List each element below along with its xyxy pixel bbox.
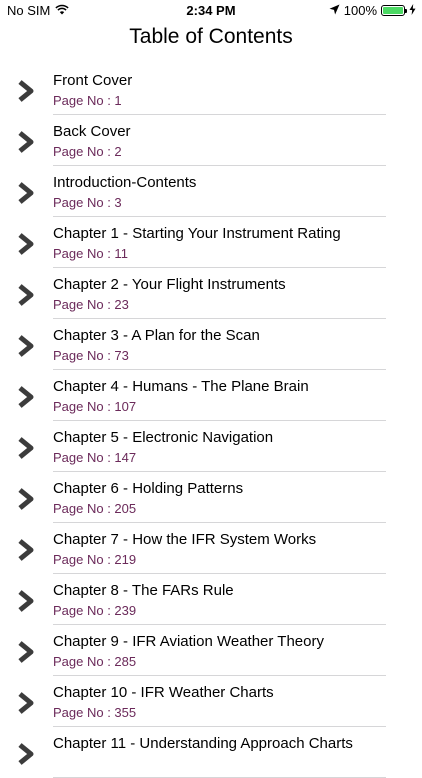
toc-row-page: Page No : 3 — [53, 195, 122, 210]
toc-row[interactable]: Chapter 7 - How the IFR System Works Page… — [0, 523, 422, 574]
toc-row-page: Page No : 355 — [53, 705, 137, 720]
battery-fill — [383, 7, 403, 14]
battery-percent: 100% — [343, 3, 377, 18]
toc-row-title: Chapter 1 - Starting Your Instrument Rat… — [53, 225, 341, 242]
status-bar: No SIM 2:34 PM 100% — [0, 0, 422, 22]
toc-row-page: Page No : 73 — [53, 348, 129, 363]
toc-row-title: Chapter 8 - The FARs Rule — [53, 582, 234, 599]
chevron-right-icon — [16, 640, 36, 664]
chevron-right-icon — [16, 436, 36, 460]
toc-row-page: Page No : 147 — [53, 450, 137, 465]
toc-row-page: Page No : 285 — [53, 654, 137, 669]
toc-row[interactable]: Back Cover Page No : 2 — [0, 115, 422, 166]
toc-row-title: Introduction-Contents — [53, 174, 197, 191]
toc-row-title: Chapter 10 - IFR Weather Charts — [53, 684, 274, 701]
chevron-right-icon — [16, 742, 36, 766]
battery-icon — [381, 5, 407, 16]
toc-row-title: Chapter 5 - Electronic Navigation — [53, 429, 274, 446]
toc-row[interactable]: Chapter 6 - Holding Patterns Page No : 20… — [0, 472, 422, 523]
toc-row-title: Chapter 4 - Humans - The Plane Brain — [53, 378, 309, 395]
toc-row[interactable]: Chapter 2 - Your Flight Instruments Page … — [0, 268, 422, 319]
toc-row-title: Chapter 6 - Holding Patterns — [53, 480, 244, 497]
chevron-right-icon — [16, 487, 36, 511]
chevron-right-icon — [16, 232, 36, 256]
toc-row-page: Page No : 239 — [53, 603, 137, 618]
toc-row[interactable]: Front Cover Page No : 1 — [0, 64, 422, 115]
toc-row[interactable]: Chapter 5 - Electronic Navigation Page No… — [0, 421, 422, 472]
toc-row[interactable]: Introduction-Contents Page No : 3 — [0, 166, 422, 217]
location-arrow-icon — [329, 3, 340, 18]
toc-row-title: Chapter 7 - How the IFR System Works — [53, 531, 317, 548]
charging-bolt-icon — [409, 3, 416, 18]
chevron-right-icon — [16, 385, 36, 409]
toc-row[interactable]: Chapter 9 - IFR Aviation Weather Theory P… — [0, 625, 422, 676]
toc-row[interactable]: Chapter 10 - IFR Weather Charts Page No :… — [0, 676, 422, 727]
toc-row-title: Chapter 11 - Understanding Approach Char… — [53, 735, 353, 752]
toc-row[interactable]: Chapter 3 - A Plan for the Scan Page No :… — [0, 319, 422, 370]
toc-row-title: Chapter 3 - A Plan for the Scan — [53, 327, 260, 344]
toc-row[interactable]: Chapter 1 - Starting Your Instrument Rat… — [0, 217, 422, 268]
chevron-right-icon — [16, 334, 36, 358]
chevron-right-icon — [16, 181, 36, 205]
toc-row-title: Back Cover — [53, 123, 131, 140]
chevron-right-icon — [16, 130, 36, 154]
toc-row-page: Page No : 2 — [53, 144, 122, 159]
toc-row[interactable]: Chapter 8 - The FARs Rule Page No : 239 — [0, 574, 422, 625]
chevron-right-icon — [16, 79, 36, 103]
chevron-right-icon — [16, 691, 36, 715]
toc-row[interactable]: Chapter 4 - Humans - The Plane Brain Page… — [0, 370, 422, 421]
toc-row-page: Page No : 1 — [53, 93, 122, 108]
toc-row-title: Chapter 9 - IFR Aviation Weather Theory — [53, 633, 324, 650]
status-right: 100% — [329, 3, 416, 18]
toc-list: Front Cover Page No : 1 Back Cover Page No … — [0, 64, 422, 778]
chevron-right-icon — [16, 283, 36, 307]
page-title: Table of Contents — [129, 25, 293, 48]
toc-row-page: Page No : 205 — [53, 501, 137, 516]
toc-row-page: Page No : 219 — [53, 552, 137, 567]
toc-row-page: Page No : 107 — [53, 399, 137, 414]
toc-row-title: Front Cover — [53, 72, 133, 89]
chevron-right-icon — [16, 538, 36, 562]
chevron-right-icon — [16, 589, 36, 613]
toc-row-title: Chapter 2 - Your Flight Instruments — [53, 276, 286, 293]
toc-row-page: Page No : 23 — [53, 297, 129, 312]
toc-row-page: Page No : 11 — [53, 246, 128, 261]
toc-row[interactable]: Chapter 11 - Understanding Approach Char… — [0, 727, 422, 778]
